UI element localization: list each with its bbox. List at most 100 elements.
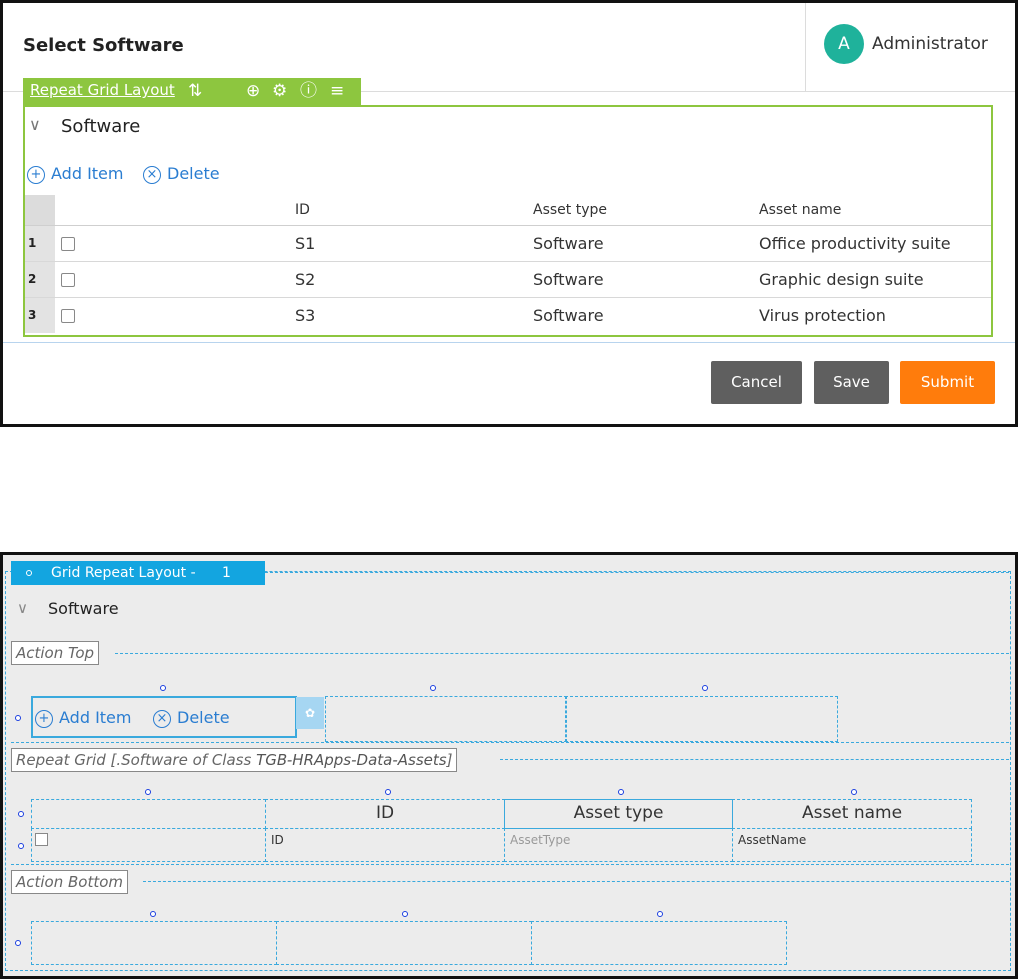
cell-asset-name: Office productivity suite [759,234,951,253]
cancel-button[interactable]: Cancel [711,361,802,404]
row-handle[interactable] [18,811,24,817]
row-number: 2 [25,262,55,297]
cell-asset-name: Virus protection [759,306,886,325]
menu-icon[interactable]: ≡ [330,81,344,101]
submit-button[interactable]: Submit [900,361,995,404]
column-handle[interactable] [150,911,156,917]
grid-header-cell[interactable] [31,799,266,829]
cell-id: S2 [295,270,316,289]
action-top-label[interactable]: Action Top [11,641,100,665]
action-bottom-cell[interactable] [531,921,787,965]
row-checkbox[interactable] [61,237,75,251]
column-header-asset-name: Asset name [801,803,903,823]
grid-cell[interactable]: ID [265,828,505,862]
user-name[interactable]: Administrator [872,34,988,54]
gear-icon[interactable]: ⚙ [272,81,287,101]
footer-divider [3,342,1015,343]
section-divider [11,742,1009,743]
column-header-asset-type: Asset type [573,803,664,823]
table-row: 2 S2 Software Graphic design suite [25,262,991,298]
cell-asset-name: Graphic design suite [759,270,924,289]
sort-icon[interactable]: ⇅ [188,81,202,101]
add-item-label: Add Item [51,164,124,183]
property-asset-type: AssetType [510,833,571,847]
column-header-asset-name[interactable]: Asset name [759,202,841,218]
add-item-button[interactable]: + Add Item [27,164,123,184]
row-checkbox[interactable] [61,273,75,287]
handle-dot [26,570,32,576]
cell-asset-type: Software [533,270,604,289]
row-handle[interactable] [15,940,21,946]
designer-panel: Grid Repeat Layout - 1 ∨ Software Action… [0,552,1018,979]
cell-id: S3 [295,306,316,325]
add-item-button[interactable]: + Add Item [35,708,131,728]
info-icon[interactable]: ⓘ [300,81,317,101]
action-top-cell[interactable] [565,696,838,742]
runtime-panel: Select Software A Administrator Repeat G… [0,0,1018,427]
property-asset-name: AssetName [738,833,807,847]
repeat-grid-container: ∨ Software + Add Item × Delete ID Asset ty… [23,105,993,337]
chevron-down-icon[interactable]: ∨ [17,599,28,617]
column-handle[interactable] [618,789,624,795]
chevron-down-icon[interactable]: ∨ [29,115,41,134]
grid-header: ID Asset type Asset name [25,195,991,226]
action-bottom-cell[interactable] [31,921,277,965]
column-header-id[interactable]: ID [295,202,310,218]
action-top-divider [115,653,1009,654]
column-handle[interactable] [145,789,151,795]
column-handle[interactable] [851,789,857,795]
grid-cell[interactable] [31,828,266,862]
row-checkbox[interactable] [35,833,48,846]
action-top-cell[interactable]: + Add Item × Delete [31,696,297,738]
property-id: ID [271,833,284,847]
close-circle-icon: × [143,166,161,184]
target-icon[interactable]: ⊕ [246,81,260,101]
save-button[interactable]: Save [814,361,889,404]
grid-cell[interactable]: AssetName [732,828,972,862]
column-handle[interactable] [385,789,391,795]
grid-repeat-layout-tab[interactable]: Grid Repeat Layout - 1 [11,561,265,585]
table-row: 3 S3 Software Virus protection [25,298,991,333]
row-handle[interactable] [15,715,21,721]
column-header-id: ID [375,803,395,823]
row-number: 3 [25,298,55,333]
grid-repeat-layout-label: Grid Repeat Layout - [51,565,196,581]
row-handle[interactable] [18,843,24,849]
action-top-cell[interactable] [325,696,567,742]
page-title: Select Software [23,35,184,56]
repeat-grid-class: TGB-HRApps-Data-Assets [256,751,447,769]
action-bottom-cell[interactable] [276,921,532,965]
grid-header-cell[interactable]: Asset name [732,799,972,829]
grid-cell[interactable]: AssetType [504,828,733,862]
cell-asset-type: Software [533,234,604,253]
section-title: Software [48,599,119,618]
action-bottom-label[interactable]: Action Bottom [11,870,129,894]
repeat-grid-label[interactable]: Repeat Grid [.Software of Class TGB-HRAp… [11,748,458,772]
grid-header-cell[interactable]: ID [265,799,505,829]
table-row: 1 S1 Software Office productivity suite [25,226,991,262]
action-bottom-divider [143,881,1009,882]
column-header-asset-type[interactable]: Asset type [533,202,607,218]
column-handle[interactable] [430,685,436,691]
column-handle[interactable] [702,685,708,691]
delete-button[interactable]: × Delete [153,708,230,728]
column-handle[interactable] [657,911,663,917]
grid-repeat-layout-count: 1 [222,565,231,581]
row-number: 1 [25,226,55,261]
repeat-grid-divider [500,759,1009,760]
delete-button[interactable]: × Delete [143,164,220,184]
repeat-grid-label-prefix: Repeat Grid [.Software of Class [16,751,257,769]
column-handle[interactable] [402,911,408,917]
grid-header-cell[interactable]: Asset type [504,799,733,829]
section-title: Software [61,116,141,137]
gear-icon[interactable]: ✿ [296,697,324,729]
row-number-header [25,195,55,225]
layout-top-border [265,572,1009,573]
avatar[interactable]: A [824,24,864,64]
repeat-grid-layout-link[interactable]: Repeat Grid Layout [30,81,175,99]
close-circle-icon: × [153,710,171,728]
row-checkbox[interactable] [61,309,75,323]
plus-circle-icon: + [27,166,45,184]
repeat-grid-layout-tab[interactable]: Repeat Grid Layout ⇅ ⊕ ⚙ ⓘ ≡ [23,78,361,105]
column-handle[interactable] [160,685,166,691]
